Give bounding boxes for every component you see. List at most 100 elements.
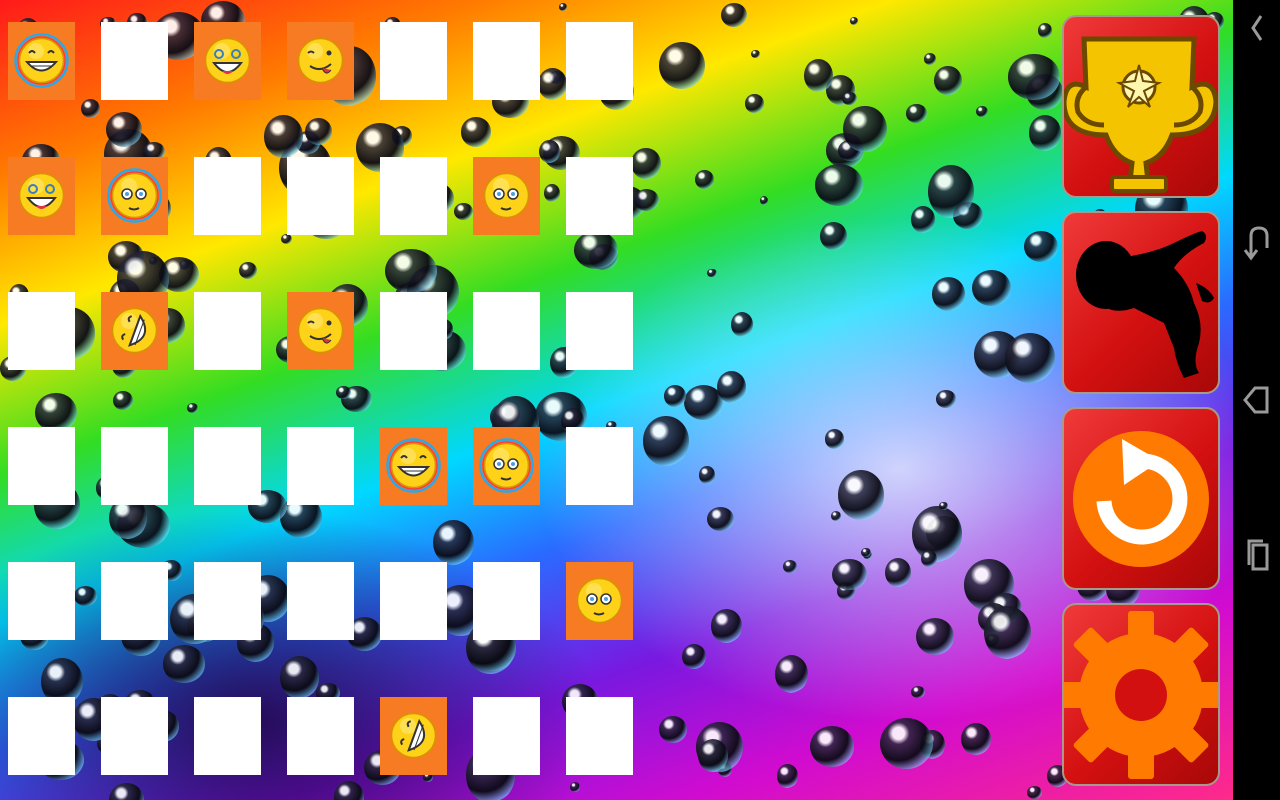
memory-card-hidden[interactable]: [287, 697, 354, 775]
memory-card-hidden[interactable]: [194, 697, 261, 775]
system-navigation-bar: [1233, 0, 1280, 800]
memory-card-revealed[interactable]: [380, 697, 447, 775]
raindrop: [264, 115, 303, 158]
memory-card-hidden[interactable]: [101, 697, 168, 775]
memory-card-hidden[interactable]: [380, 292, 447, 370]
memory-card-revealed[interactable]: [8, 22, 75, 100]
raindrop: [931, 277, 966, 311]
memory-card-hidden[interactable]: [473, 562, 540, 640]
memory-card-hidden[interactable]: [8, 697, 75, 775]
raindrop: [569, 782, 580, 793]
memory-card-hidden[interactable]: [473, 697, 540, 775]
memory-card-hidden[interactable]: [566, 22, 633, 100]
raindrop: [633, 188, 660, 211]
raindrop: [681, 643, 706, 670]
memory-card-hidden[interactable]: [194, 427, 261, 505]
memory-card-hidden[interactable]: [287, 427, 354, 505]
memory-card-revealed[interactable]: [566, 562, 633, 640]
memory-card-hidden[interactable]: [194, 157, 261, 235]
memory-card-hidden[interactable]: [473, 292, 540, 370]
raindrop: [538, 68, 567, 100]
memory-card-revealed[interactable]: [101, 157, 168, 235]
memory-card-hidden[interactable]: [8, 427, 75, 505]
memory-card-hidden[interactable]: [101, 22, 168, 100]
trophy-button[interactable]: [1062, 15, 1220, 198]
laugh-sideways-emoji-icon: [107, 303, 162, 358]
dizzy-emoji-icon: [479, 168, 534, 223]
raindrop: [559, 2, 568, 11]
raindrop: [706, 507, 734, 532]
memory-card-hidden[interactable]: [566, 427, 633, 505]
trophy-icon: [1064, 36, 1218, 193]
raindrop: [935, 389, 957, 408]
memory-card-hidden[interactable]: [380, 157, 447, 235]
raindrop: [385, 248, 437, 293]
raindrop: [112, 390, 133, 411]
raindrop: [694, 170, 714, 190]
memory-card-revealed[interactable]: [8, 157, 75, 235]
raindrop: [920, 549, 937, 568]
raindrop: [861, 547, 871, 558]
recent-apps-icon[interactable]: [1241, 535, 1273, 575]
raindrop: [915, 618, 954, 655]
raindrop: [573, 230, 619, 269]
home-icon[interactable]: [1241, 380, 1273, 420]
raindrop: [731, 312, 754, 338]
settings-button[interactable]: [1062, 603, 1220, 786]
memory-card-hidden[interactable]: [8, 562, 75, 640]
memory-card-hidden[interactable]: [287, 562, 354, 640]
raindrop: [984, 606, 1032, 659]
memory-card-hidden[interactable]: [287, 157, 354, 235]
raindrop: [906, 104, 927, 123]
chevron-left-icon[interactable]: [1241, 8, 1273, 48]
silhouette-button[interactable]: [1062, 211, 1220, 394]
raindrop: [923, 52, 937, 66]
memory-card-hidden[interactable]: [380, 562, 447, 640]
raindrop: [453, 202, 473, 221]
memory-card-hidden[interactable]: [194, 292, 261, 370]
memory-card-hidden[interactable]: [566, 697, 633, 775]
rainbow-raindrops-background: [0, 0, 1233, 800]
memory-card-revealed[interactable]: [194, 22, 261, 100]
memory-card-revealed[interactable]: [287, 292, 354, 370]
grin-rainbow-emoji-icon: [14, 33, 69, 88]
memory-card-revealed[interactable]: [287, 22, 354, 100]
restart-button[interactable]: [1062, 407, 1220, 590]
raindrop: [432, 519, 474, 566]
back-icon[interactable]: [1241, 222, 1273, 262]
raindrop: [910, 206, 936, 234]
raindrop: [849, 16, 859, 25]
dizzy-emoji-icon: [572, 573, 627, 628]
raindrop: [658, 715, 687, 743]
raindrop: [631, 147, 662, 180]
memory-card-hidden[interactable]: [566, 292, 633, 370]
raindrop: [843, 105, 887, 153]
raindrop: [1038, 22, 1053, 38]
memory-card-hidden[interactable]: [101, 562, 168, 640]
memory-card-hidden[interactable]: [473, 22, 540, 100]
memory-card-revealed[interactable]: [473, 427, 540, 505]
raindrop: [837, 470, 885, 520]
raindrop: [664, 385, 686, 408]
raindrop: [774, 655, 808, 694]
memory-card-revealed[interactable]: [473, 157, 540, 235]
raindrop: [711, 609, 743, 643]
raindrop: [842, 91, 857, 106]
raindrop: [707, 268, 717, 278]
memory-card-hidden[interactable]: [380, 22, 447, 100]
raindrop: [825, 429, 845, 449]
restart-icon: [1073, 431, 1209, 567]
memory-card-hidden[interactable]: [566, 157, 633, 235]
memory-card-hidden[interactable]: [101, 427, 168, 505]
raindrop: [910, 686, 925, 699]
memory-card-hidden[interactable]: [194, 562, 261, 640]
memory-card-revealed[interactable]: [101, 292, 168, 370]
raindrop: [543, 183, 560, 202]
raindrop: [934, 66, 963, 96]
raindrop: [759, 195, 768, 206]
child-silhouette-icon: [1076, 231, 1214, 378]
raindrop: [927, 164, 974, 218]
memory-card-hidden[interactable]: [8, 292, 75, 370]
memory-card-revealed[interactable]: [380, 427, 447, 505]
raindrop: [1004, 333, 1056, 383]
